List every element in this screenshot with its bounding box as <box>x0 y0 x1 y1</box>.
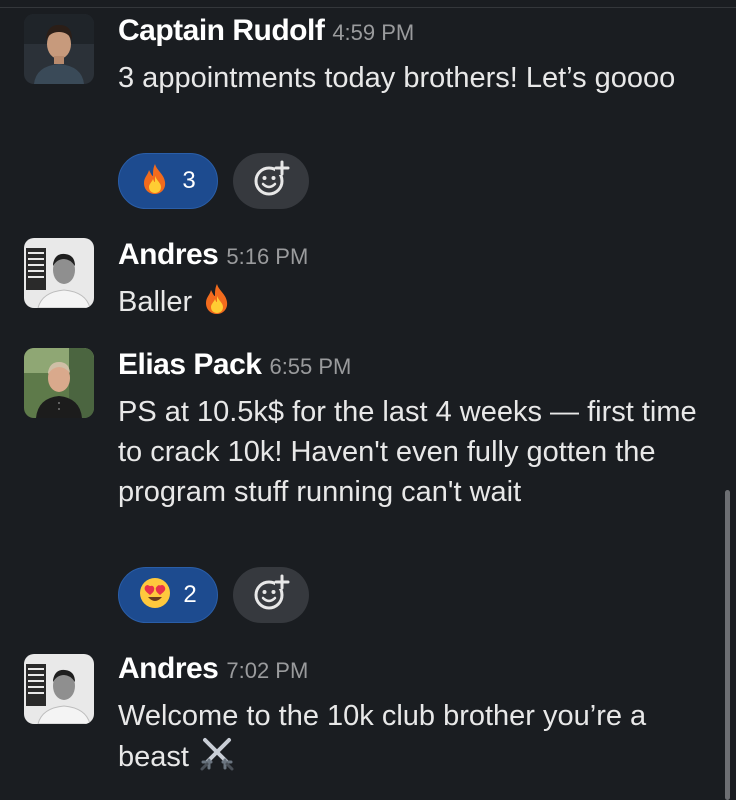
fire-emoji-icon <box>202 281 232 328</box>
timestamp[interactable]: 4:59 PM <box>332 20 414 45</box>
message-header: Elias Pack 6:55 PM <box>118 348 351 382</box>
message-header: Captain Rudolf 4:59 PM <box>118 14 414 48</box>
message-header: Andres 5:16 PM <box>118 238 308 272</box>
add-emoji-icon <box>251 159 291 204</box>
message-body: Welcome to the 10k club brother you’re a… <box>118 696 718 783</box>
message-text: PS at 10.5k$ for the last 4 weeks — firs… <box>118 396 697 508</box>
scrollbar[interactable] <box>725 490 730 800</box>
reaction-count: 2 <box>183 581 197 608</box>
add-reaction-button[interactable] <box>233 567 309 623</box>
timestamp[interactable]: 5:16 PM <box>226 244 308 269</box>
message-body: Baller <box>118 281 718 328</box>
add-emoji-icon <box>251 573 291 618</box>
timestamp[interactable]: 6:55 PM <box>269 354 351 379</box>
add-reaction-button[interactable] <box>233 153 309 209</box>
message-text: Baller <box>118 286 193 318</box>
author-name[interactable]: Andres <box>118 238 219 271</box>
avatar[interactable] <box>24 348 94 418</box>
heart-eyes-emoji-icon <box>139 577 171 614</box>
crossed-swords-emoji-icon <box>199 736 235 783</box>
timestamp[interactable]: 7:02 PM <box>226 658 308 683</box>
message-header: Andres 7:02 PM <box>118 652 308 686</box>
author-name[interactable]: Andres <box>118 652 219 685</box>
message-text: 3 appointments today brothers! Let’s goo… <box>118 62 676 94</box>
author-name[interactable]: Elias Pack <box>118 348 262 381</box>
reaction-fire-button[interactable]: 3 <box>118 153 218 209</box>
avatar[interactable] <box>24 14 94 84</box>
top-divider <box>0 0 736 8</box>
author-name[interactable]: Captain Rudolf <box>118 14 325 47</box>
avatar[interactable] <box>24 238 94 308</box>
reaction-heart-eyes-button[interactable]: 2 <box>118 567 218 623</box>
fire-emoji-icon <box>140 163 170 200</box>
reaction-count: 3 <box>182 167 196 194</box>
avatar[interactable] <box>24 654 94 724</box>
message-text: Welcome to the 10k club brother you’re a… <box>118 700 647 773</box>
